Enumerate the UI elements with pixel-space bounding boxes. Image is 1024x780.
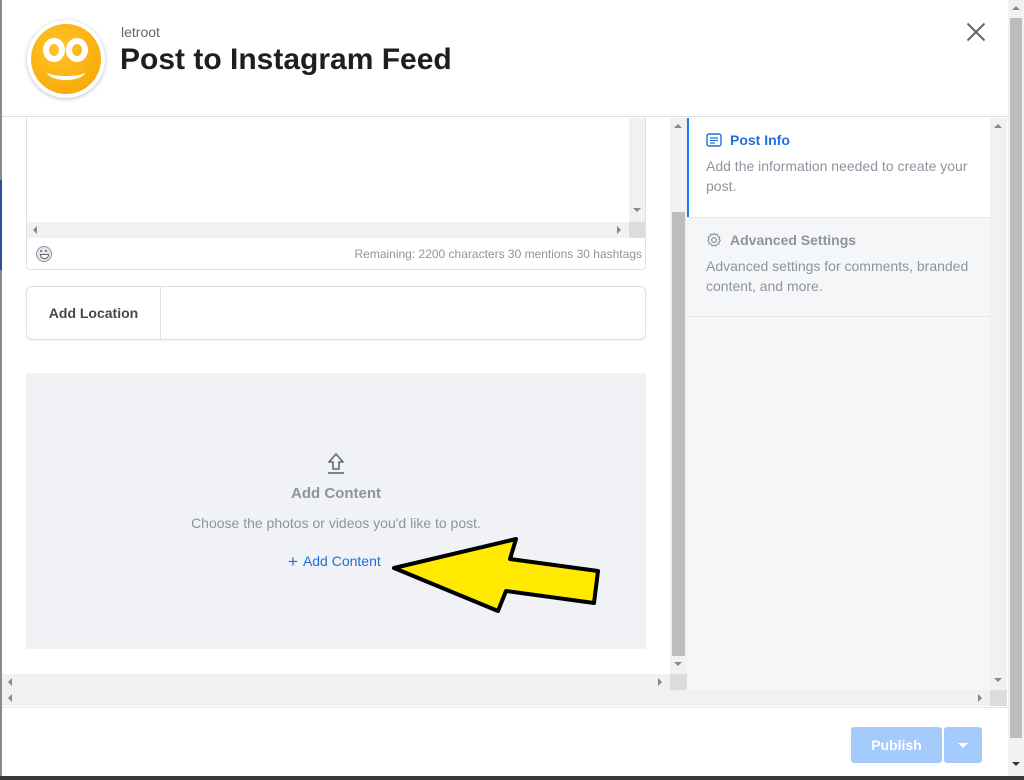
dialog-title: Post to Instagram Feed xyxy=(120,43,452,76)
caption-horizontal-scrollbar[interactable] xyxy=(27,222,629,238)
add-content-description: Choose the photos or videos you'd like t… xyxy=(191,515,481,531)
post-form-pane: Remaining: 2200 characters 30 mentions 3… xyxy=(2,118,670,674)
scroll-left-icon[interactable] xyxy=(8,678,12,686)
scrollbar-corner xyxy=(629,222,645,238)
add-content-dropzone[interactable]: Add Content Choose the photos or videos … xyxy=(26,373,646,649)
scroll-up-icon[interactable] xyxy=(994,124,1002,128)
scroll-thumb[interactable] xyxy=(672,212,685,656)
logo-eye-left xyxy=(43,38,65,62)
scroll-down-icon[interactable] xyxy=(994,678,1002,682)
post-dialog: letroot Post to Instagram Feed Remaining… xyxy=(0,0,1024,780)
scrollbar-corner xyxy=(990,690,1007,706)
upload-icon xyxy=(328,453,344,474)
emoji-smile-icon[interactable] xyxy=(36,246,52,262)
dialog-footer: Publish xyxy=(2,707,1008,776)
scroll-right-icon[interactable] xyxy=(658,678,662,686)
add-location-label[interactable]: Add Location xyxy=(27,287,161,339)
scroll-thumb[interactable] xyxy=(1010,18,1022,738)
account-name: letroot xyxy=(121,24,160,40)
caption-footer: Remaining: 2200 characters 30 mentions 3… xyxy=(27,238,645,269)
scroll-up-icon[interactable] xyxy=(1012,6,1020,10)
add-content-button[interactable]: + Add Content xyxy=(288,552,381,572)
plus-icon: + xyxy=(288,552,298,571)
remaining-counter: Remaining: 2200 characters 30 mentions 3… xyxy=(354,247,642,261)
scroll-left-icon[interactable] xyxy=(8,694,12,702)
step-header[interactable]: Post Info xyxy=(706,132,790,148)
form-horizontal-scrollbar[interactable] xyxy=(2,674,670,690)
logo-smile xyxy=(47,64,85,80)
step-title: Post Info xyxy=(730,132,790,148)
step-description: Advanced settings for comments, branded … xyxy=(706,258,969,294)
scrollbar-corner xyxy=(670,674,687,690)
scroll-left-icon[interactable] xyxy=(33,226,37,234)
account-avatar xyxy=(27,20,105,98)
scroll-up-icon[interactable] xyxy=(674,124,682,128)
sidebar-vertical-scrollbar[interactable] xyxy=(990,118,1007,690)
gear-icon xyxy=(707,232,721,247)
step-description: Add the information needed to create you… xyxy=(706,158,968,194)
dialog-header: letroot Post to Instagram Feed xyxy=(2,0,1008,117)
sidebar-horizontal-scrollbar[interactable] xyxy=(687,690,990,706)
scroll-down-icon[interactable] xyxy=(1012,762,1020,766)
step-post-info[interactable]: Post Info Add the information needed to … xyxy=(687,118,990,217)
page-horizontal-scrollbar[interactable] xyxy=(2,690,687,706)
caret-down-icon[interactable] xyxy=(944,727,982,763)
scroll-down-icon[interactable] xyxy=(674,662,682,666)
smiley-logo-icon xyxy=(31,24,101,94)
add-content-link-label: Add Content xyxy=(302,553,381,569)
location-field: Add Location xyxy=(26,286,646,340)
caption-vertical-scrollbar[interactable] xyxy=(629,118,645,222)
caption-box: Remaining: 2200 characters 30 mentions 3… xyxy=(26,118,646,270)
add-content-title: Add Content xyxy=(291,485,381,502)
form-vertical-scrollbar[interactable] xyxy=(670,118,687,674)
location-input[interactable] xyxy=(162,287,644,339)
window-edge-bottom xyxy=(0,776,1024,780)
scroll-right-icon[interactable] xyxy=(617,226,621,234)
scroll-down-icon[interactable] xyxy=(633,208,641,212)
document-lines-icon xyxy=(706,133,722,147)
step-header[interactable]: Advanced Settings xyxy=(706,232,856,248)
publish-button[interactable]: Publish xyxy=(851,727,942,763)
logo-eye-right xyxy=(66,38,88,62)
step-title: Advanced Settings xyxy=(730,232,857,248)
yellow-arrow-pointer-icon xyxy=(392,537,600,613)
caption-textarea[interactable] xyxy=(27,118,645,222)
step-advanced-settings[interactable]: Advanced Settings Advanced settings for … xyxy=(687,217,990,317)
steps-sidebar: Post Info Add the information needed to … xyxy=(687,118,990,690)
scroll-right-icon[interactable] xyxy=(978,694,982,702)
page-vertical-scrollbar[interactable] xyxy=(1008,0,1024,776)
close-icon[interactable] xyxy=(964,20,988,44)
